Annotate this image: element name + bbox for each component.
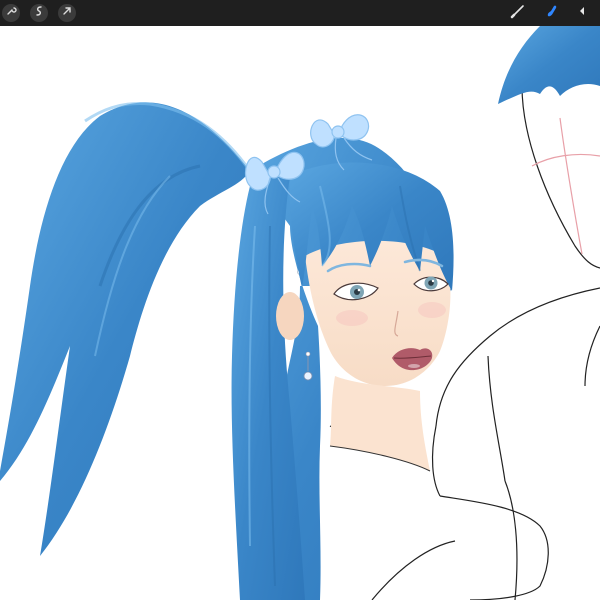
neck (330, 376, 430, 471)
sketch-hair (498, 26, 600, 104)
left-tool-group (0, 4, 76, 22)
ear (276, 292, 304, 340)
eraser-icon[interactable] (578, 3, 594, 24)
selection-arrow-icon (61, 4, 73, 22)
right-tool-group (510, 3, 600, 24)
selection-button[interactable] (58, 4, 76, 22)
wrench-button[interactable] (2, 4, 20, 22)
drawing-canvas[interactable] (0, 26, 600, 600)
brush-icon[interactable] (510, 3, 526, 24)
smudge-icon[interactable] (544, 3, 560, 24)
ponytail (0, 102, 250, 556)
top-toolbar (0, 0, 600, 26)
adjustments-button[interactable] (30, 4, 48, 22)
wrench-icon (5, 4, 17, 22)
adjustments-icon (33, 4, 45, 22)
artwork (0, 26, 600, 600)
